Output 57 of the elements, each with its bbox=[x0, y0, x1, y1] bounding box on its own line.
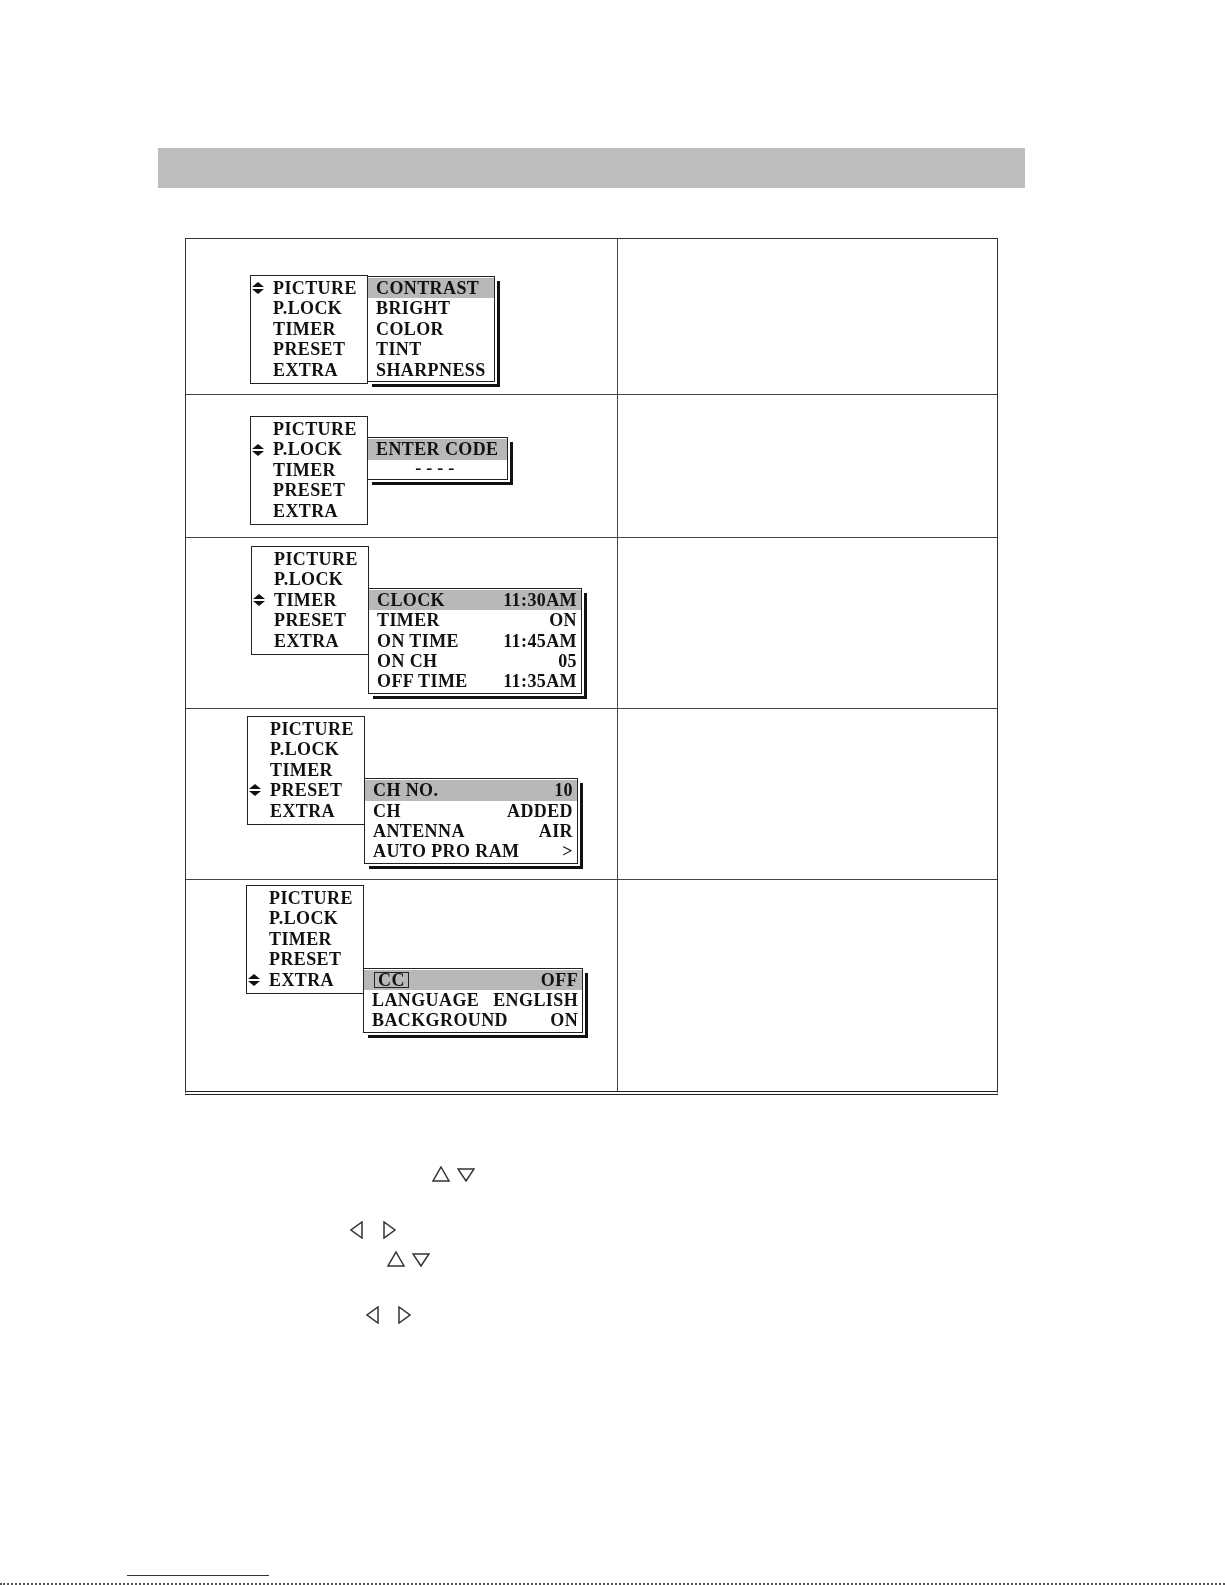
menu-item[interactable]: TIMER ON bbox=[369, 610, 581, 631]
menu-item[interactable]: P.LOCK bbox=[252, 298, 367, 319]
menu-item[interactable]: CH NO. 10 bbox=[365, 780, 577, 801]
menu-item[interactable]: EXTRA bbox=[248, 969, 363, 990]
code-entry-field[interactable]: ---- bbox=[368, 459, 507, 478]
down-triangle-icon bbox=[412, 1253, 430, 1267]
menu-item[interactable]: PRESET bbox=[253, 610, 368, 631]
right-triangle-icon bbox=[383, 1221, 396, 1239]
menu-item[interactable]: P.LOCK bbox=[249, 739, 364, 760]
menu-item[interactable]: TIMER bbox=[252, 318, 367, 340]
menu-item[interactable]: CC OFF bbox=[364, 969, 583, 990]
menu-item[interactable]: PICTURE bbox=[249, 719, 364, 740]
menu-item[interactable]: AUTO PRO RAM > bbox=[365, 841, 577, 862]
up-down-arrow-icon bbox=[249, 784, 261, 797]
left-triangle-icon bbox=[350, 1221, 363, 1239]
menu-item[interactable]: TINT bbox=[368, 339, 494, 360]
up-down-arrow-icon bbox=[248, 973, 260, 986]
up-down-arrow-icon bbox=[252, 282, 264, 295]
menu-item[interactable]: ON CH 05 bbox=[369, 650, 581, 672]
menu-item[interactable]: EXTRA bbox=[252, 500, 367, 521]
menu-item[interactable]: OFF TIME 11:35AM bbox=[369, 671, 581, 692]
menu-item[interactable]: CH ADDED bbox=[365, 800, 577, 821]
menu-item[interactable]: TIMER bbox=[248, 928, 363, 950]
left-triangle-icon bbox=[366, 1306, 379, 1324]
menu-item[interactable]: EXTRA bbox=[252, 359, 367, 380]
menu-item[interactable]: ON TIME 11:45AM bbox=[369, 630, 581, 651]
menu-item[interactable]: P.LOCK bbox=[248, 908, 363, 929]
menu-item[interactable]: ANTENNA AIR bbox=[365, 820, 577, 842]
down-triangle-icon bbox=[457, 1168, 475, 1182]
menu-item[interactable]: COLOR bbox=[368, 318, 494, 340]
menu-item[interactable]: CONTRAST bbox=[368, 278, 494, 299]
menu-item[interactable]: P.LOCK bbox=[252, 439, 367, 460]
up-down-arrow-icon bbox=[252, 443, 264, 456]
menu-item[interactable]: PRESET bbox=[248, 949, 363, 970]
menu-item[interactable]: CLOCK 11:30AM bbox=[369, 589, 581, 611]
menu-item[interactable]: P.LOCK bbox=[253, 569, 368, 590]
menu-item[interactable]: ENTER CODE bbox=[368, 439, 507, 460]
menu-item[interactable]: BRIGHT bbox=[368, 298, 494, 319]
menu-item[interactable]: PICTURE bbox=[253, 549, 368, 570]
menu-item[interactable]: PRESET bbox=[249, 780, 364, 801]
menu-item[interactable]: LANGUAGE ENGLISH bbox=[364, 990, 583, 1011]
menu-item[interactable]: TIMER bbox=[252, 459, 367, 481]
menu-item[interactable]: TIMER bbox=[249, 759, 364, 781]
menu-item[interactable]: EXTRA bbox=[249, 800, 364, 821]
menu-item[interactable]: SHARPNESS bbox=[368, 359, 494, 380]
up-triangle-icon bbox=[387, 1251, 405, 1267]
menu-item[interactable]: TIMER bbox=[253, 589, 368, 611]
menu-item[interactable]: EXTRA bbox=[253, 630, 368, 651]
menu-item[interactable]: PRESET bbox=[252, 480, 367, 501]
up-triangle-icon bbox=[432, 1166, 450, 1182]
menu-item[interactable]: PRESET bbox=[252, 339, 367, 360]
right-triangle-icon bbox=[398, 1306, 411, 1324]
menu-item[interactable]: PICTURE bbox=[252, 419, 367, 440]
menu-item[interactable]: BACKGROUND ON bbox=[364, 1010, 583, 1031]
menu-item[interactable]: PICTURE bbox=[252, 278, 367, 299]
up-down-arrow-icon bbox=[253, 593, 265, 606]
menu-item[interactable]: PICTURE bbox=[248, 888, 363, 909]
